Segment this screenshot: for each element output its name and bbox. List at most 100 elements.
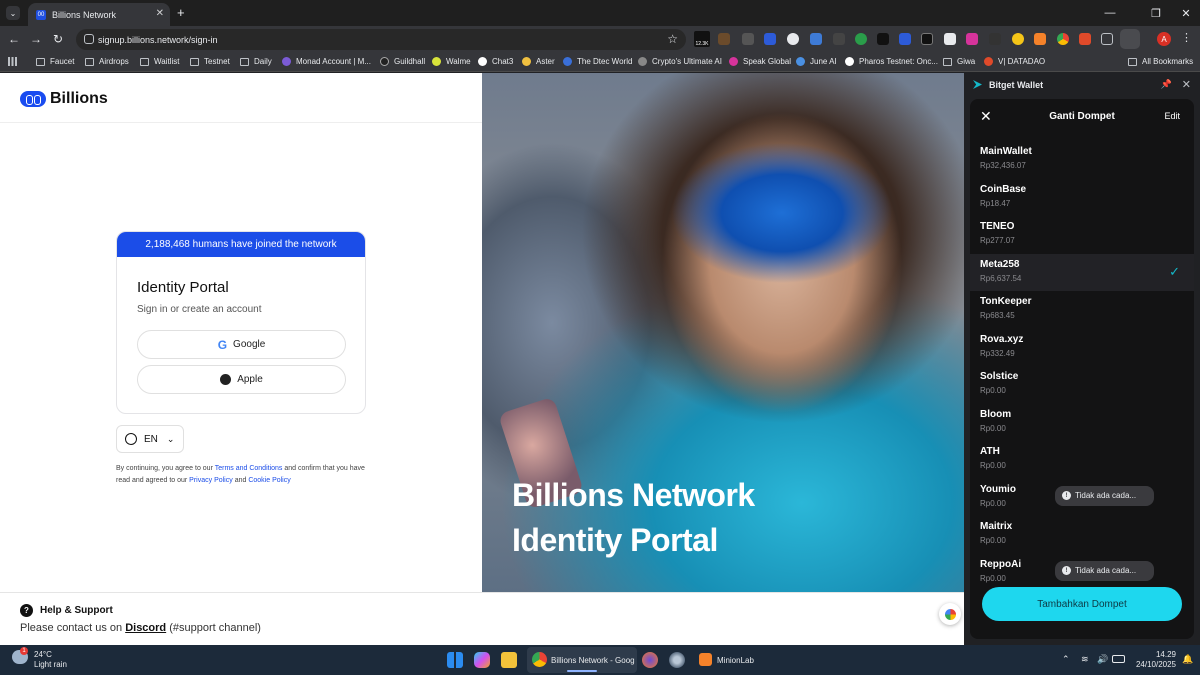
wallet-item[interactable]: Maitrix Rp0.00 bbox=[970, 516, 1194, 553]
extension-icon[interactable] bbox=[1079, 33, 1091, 45]
close-window-button[interactable]: ✕ bbox=[1168, 0, 1200, 26]
profile-avatar[interactable]: A bbox=[1157, 32, 1171, 46]
wallet-item[interactable]: TonKeeper Rp683.45 bbox=[970, 291, 1194, 328]
wallet-name: ATH bbox=[980, 446, 1000, 457]
bookmark-waitlist[interactable]: Waitlist bbox=[140, 57, 179, 66]
extension-icon[interactable] bbox=[810, 33, 822, 45]
extension-icon[interactable] bbox=[833, 33, 845, 45]
bookmark-pharos[interactable]: Pharos Testnet: Onc... bbox=[845, 57, 938, 66]
all-bookmarks[interactable]: All Bookmarks bbox=[1128, 57, 1193, 66]
extension-icon[interactable] bbox=[989, 33, 1001, 45]
rain-cloud-icon bbox=[12, 647, 28, 664]
add-wallet-button[interactable]: Tambahkan Dompet bbox=[982, 587, 1182, 621]
cookie-policy-link[interactable]: Cookie Policy bbox=[248, 477, 290, 484]
bookmark-datadao[interactable]: V| DATADAO bbox=[984, 57, 1045, 66]
wallet-item[interactable]: Meta258 Rp6,637.54 ✓ bbox=[970, 253, 1194, 291]
system-clock[interactable]: 14.29 24/10/2025 bbox=[1136, 650, 1176, 670]
bookmark-chat3[interactable]: Chat3 bbox=[478, 57, 513, 66]
discord-link[interactable]: Discord bbox=[125, 622, 166, 634]
settings-gear-icon[interactable] bbox=[669, 652, 685, 668]
reload-button[interactable]: ↻ bbox=[50, 31, 66, 47]
extension-icon[interactable] bbox=[764, 33, 776, 45]
pin-icon[interactable]: 📌 bbox=[1161, 79, 1172, 90]
wallet-item[interactable]: Youmio Rp0.00 ! Tidak ada cada... bbox=[970, 479, 1194, 516]
wifi-icon[interactable]: ≋ bbox=[1081, 654, 1089, 665]
wallet-item[interactable]: Rova.xyz Rp332.49 bbox=[970, 329, 1194, 366]
extension-icon[interactable] bbox=[742, 33, 754, 45]
bookmark-giwa[interactable]: Giwa bbox=[943, 57, 975, 66]
bookmark-airdrops[interactable]: Airdrops bbox=[85, 57, 129, 66]
forward-button[interactable]: → bbox=[28, 31, 44, 47]
wallet-name: TonKeeper bbox=[980, 296, 1032, 307]
extension-icon[interactable] bbox=[1057, 33, 1069, 45]
wallet-item[interactable]: Bloom Rp0.00 bbox=[970, 404, 1194, 441]
extension-icon[interactable] bbox=[718, 33, 730, 45]
bookmark-aster[interactable]: Aster bbox=[522, 57, 555, 66]
bookmark-june-ai[interactable]: June AI bbox=[796, 57, 837, 66]
terms-link[interactable]: Terms and Conditions bbox=[215, 465, 283, 472]
extension-icon[interactable] bbox=[855, 33, 867, 45]
minimize-button[interactable]: — bbox=[1092, 0, 1128, 26]
bookmark-guildhall[interactable]: Guildhall bbox=[380, 57, 425, 66]
folder-icon bbox=[36, 57, 45, 66]
bookmark-speak-global[interactable]: Speak Global bbox=[729, 57, 791, 66]
back-button[interactable]: ← bbox=[6, 31, 22, 47]
wallet-item[interactable]: CoinBase Rp18.47 bbox=[970, 179, 1194, 216]
card-subtitle: Sign in or create an account bbox=[137, 304, 262, 315]
extension-icon[interactable] bbox=[899, 33, 911, 45]
weather-widget[interactable]: 24°C Light rain bbox=[12, 647, 67, 670]
tab-billions-network[interactable]: 00 Billions Network ✕ bbox=[28, 3, 170, 26]
edit-button[interactable]: Edit bbox=[1164, 111, 1180, 121]
apple-signin-button[interactable]: Apple bbox=[137, 365, 346, 394]
extension-badge[interactable]: 12.3K bbox=[694, 31, 710, 47]
tray-chevron-icon[interactable]: ⌃ bbox=[1062, 654, 1070, 665]
side-panel-toggle-icon[interactable] bbox=[1120, 29, 1140, 49]
bookmark-testnet[interactable]: Testnet bbox=[190, 57, 230, 66]
wallet-item[interactable]: ReppoAi Rp0.00 ! Tidak ada cada... bbox=[970, 554, 1194, 591]
wallet-item[interactable]: TENEO Rp277.07 bbox=[970, 216, 1194, 253]
extension-icon[interactable] bbox=[1012, 33, 1024, 45]
extension-icon[interactable] bbox=[1034, 33, 1046, 45]
extension-icon[interactable] bbox=[877, 33, 889, 45]
floating-assistant-button[interactable] bbox=[939, 603, 961, 625]
apps-grid-icon[interactable] bbox=[8, 57, 17, 66]
help-text: Please contact us on Discord (#support c… bbox=[20, 622, 261, 634]
bookmark-faucet[interactable]: Faucet bbox=[36, 57, 74, 66]
volume-icon[interactable]: 🔊 bbox=[1097, 654, 1108, 665]
bookmark-monad[interactable]: Monad Account | M... bbox=[282, 57, 371, 66]
bookmark-daily[interactable]: Daily bbox=[240, 57, 272, 66]
language-selector[interactable]: EN ⌄ bbox=[116, 425, 184, 453]
wallet-item[interactable]: ATH Rp0.00 bbox=[970, 441, 1194, 478]
folder-icon bbox=[240, 57, 249, 66]
extension-icon[interactable] bbox=[944, 33, 956, 45]
battery-icon[interactable] bbox=[1112, 655, 1125, 663]
bookmark-walme[interactable]: Walme bbox=[432, 57, 471, 66]
privacy-policy-link[interactable]: Privacy Policy bbox=[189, 477, 233, 484]
wallet-item[interactable]: Solstice Rp0.00 bbox=[970, 366, 1194, 403]
start-windows-icon[interactable] bbox=[447, 652, 463, 668]
extension-icon[interactable] bbox=[787, 33, 799, 45]
taskbar-minionlab-window[interactable]: MinionLab bbox=[697, 647, 762, 673]
taskbar-chrome-window[interactable]: Billions Network - Goog bbox=[527, 647, 637, 673]
new-tab-button[interactable]: + bbox=[177, 5, 185, 20]
wallet-item[interactable]: MainWallet Rp32,436.07 bbox=[970, 141, 1194, 178]
bookmark-star-icon[interactable]: ☆ bbox=[667, 32, 678, 46]
tab-search-button[interactable]: ⌄ bbox=[6, 6, 20, 20]
notification-bell-icon[interactable]: 🔔 bbox=[1182, 654, 1193, 665]
extension-icon[interactable] bbox=[966, 33, 978, 45]
site-info-icon[interactable] bbox=[84, 34, 94, 44]
file-explorer-icon[interactable] bbox=[501, 652, 517, 668]
billions-logo[interactable]: Billions bbox=[20, 90, 108, 108]
close-tab-icon[interactable]: ✕ bbox=[156, 8, 164, 19]
tab-strip: ⌄ 00 Billions Network ✕ + — ❐ ✕ bbox=[0, 0, 1200, 26]
extension-icon[interactable] bbox=[921, 33, 933, 45]
bookmark-crypto-ai[interactable]: Crypto's Ultimate AI bbox=[638, 57, 722, 66]
google-signin-button[interactable]: G Google bbox=[137, 330, 346, 359]
address-bar[interactable]: signup.billions.network/sign-in ☆ bbox=[76, 29, 686, 50]
bookmark-dtec-world[interactable]: The Dtec World bbox=[563, 57, 632, 66]
browser-menu-icon[interactable]: ⋮ bbox=[1181, 31, 1192, 44]
close-panel-icon[interactable]: ✕ bbox=[1182, 78, 1191, 91]
copilot-icon[interactable] bbox=[474, 652, 490, 668]
extensions-puzzle-icon[interactable] bbox=[1101, 33, 1113, 45]
firefox-icon[interactable] bbox=[642, 652, 658, 668]
